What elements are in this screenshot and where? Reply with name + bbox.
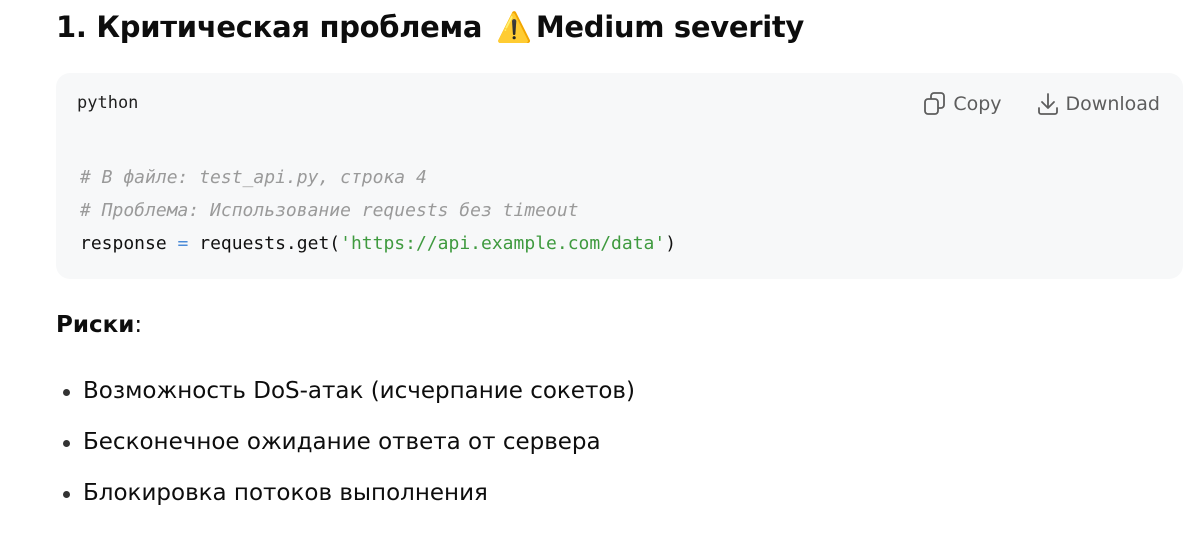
code-comment-line: # В файле: test_api.py, строка 4 <box>80 167 427 188</box>
copy-icon <box>923 91 947 117</box>
copy-button[interactable]: Copy <box>923 91 1002 117</box>
code-paren: ) <box>665 233 677 254</box>
list-item: Блокировка потоков выполнения <box>56 474 635 512</box>
risks-colon: : <box>134 312 143 338</box>
warning-icon: ⚠️ <box>496 10 532 44</box>
heading-title: Критическая проблема <box>96 10 483 44</box>
list-item: Бесконечное ожидание ответа от сервера <box>56 423 635 461</box>
section-heading: 1. Критическая проблема ⚠️ Medium severit… <box>56 6 804 48</box>
list-item: Возможность DoS-атак (исчерпание сокетов… <box>56 372 635 410</box>
code-variable: response <box>80 233 167 254</box>
code-comment-line: # Проблема: Использование requests без t… <box>80 200 579 221</box>
code-string: 'https://api.example.com/data' <box>340 233 666 254</box>
heading-severity: Medium severity <box>535 10 805 44</box>
code-language-label: python <box>77 93 139 113</box>
code-line: response = requests.get('https://api.exa… <box>80 227 676 260</box>
code-actions: Copy Download <box>923 91 1160 117</box>
risks-label: Риски: <box>56 308 142 342</box>
code-operator: = <box>177 233 189 254</box>
download-icon <box>1036 91 1060 117</box>
download-button[interactable]: Download <box>1036 91 1160 117</box>
risks-list: Возможность DoS-атак (исчерпание сокетов… <box>56 372 635 525</box>
download-button-label: Download <box>1065 93 1160 115</box>
code-content: # В файле: test_api.py, строка 4 # Пробле… <box>80 161 676 260</box>
code-call: requests.get( <box>199 233 341 254</box>
risks-label-text: Риски <box>56 312 135 338</box>
heading-number: 1. <box>56 10 87 44</box>
copy-button-label: Copy <box>953 93 1002 115</box>
code-block: python Copy Download # В файле: test_api… <box>56 73 1183 279</box>
